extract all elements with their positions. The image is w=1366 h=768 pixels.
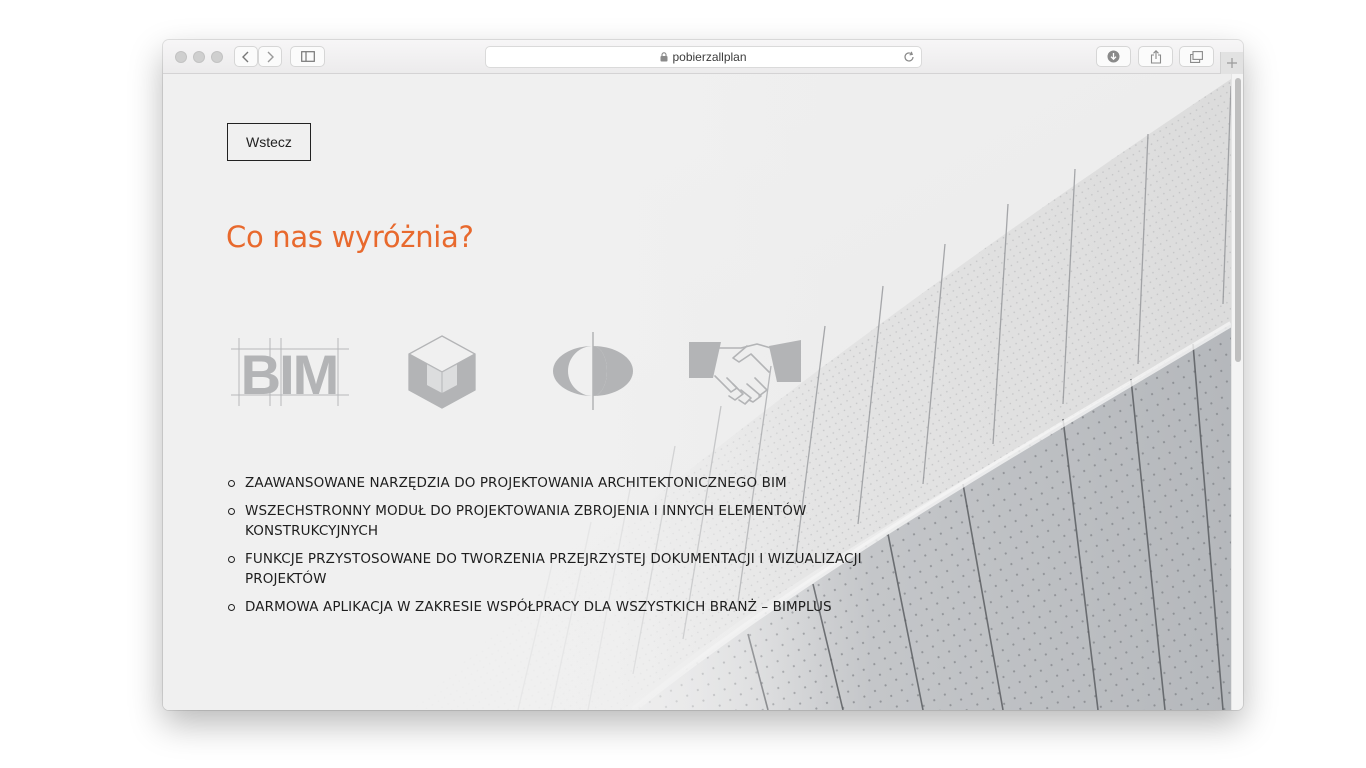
lock-icon [660, 52, 668, 62]
download-icon[interactable] [1096, 46, 1131, 67]
browser-window: pobierzallplan Wstecz Co nas wyróżnia? B… [163, 40, 1243, 710]
bullet-icon [228, 604, 235, 611]
close-window-button[interactable] [175, 51, 187, 63]
list-item: DARMOWA APLIKACJA W ZAKRESIE WSPÓŁPRACY … [227, 597, 867, 617]
handshake-icon [689, 340, 801, 405]
list-item: FUNKCJE PRZYSTOSOWANE DO TWORZENIA PRZEJ… [227, 549, 867, 589]
scrollbar-thumb[interactable] [1235, 78, 1241, 362]
vertical-scrollbar[interactable] [1231, 74, 1243, 710]
address-bar[interactable]: pobierzallplan [485, 46, 922, 68]
eye-lens-icon [553, 332, 633, 410]
zoom-window-button[interactable] [211, 51, 223, 63]
new-tab-icon[interactable] [1220, 52, 1243, 74]
forward-arrow-icon[interactable] [258, 46, 282, 67]
back-arrow-icon[interactable] [234, 46, 258, 67]
share-icon[interactable] [1138, 46, 1173, 67]
tabs-overview-icon[interactable] [1179, 46, 1214, 67]
cube-icon [408, 335, 476, 409]
browser-toolbar: pobierzallplan [163, 40, 1243, 74]
list-item: ZAAWANSOWANE NARZĘDZIA DO PROJEKTOWANIA … [227, 473, 867, 493]
url-text: pobierzallplan [672, 50, 747, 64]
back-button[interactable]: Wstecz [227, 123, 311, 161]
bullet-icon [228, 556, 235, 563]
web-page: Wstecz Co nas wyróżnia? BIM ZAAWANSOWANE… [163, 74, 1231, 710]
reload-icon[interactable] [902, 50, 916, 64]
list-item: WSZECHSTRONNY MODUŁ DO PROJEKTOWANIA ZBR… [227, 501, 867, 541]
page-title: Co nas wyróżnia? [226, 220, 474, 254]
bim-icon: BIM [231, 338, 349, 406]
bullet-icon [228, 508, 235, 515]
minimize-window-button[interactable] [193, 51, 205, 63]
feature-list: ZAAWANSOWANE NARZĘDZIA DO PROJEKTOWANIA … [227, 473, 867, 625]
sidebar-icon[interactable] [290, 46, 325, 67]
bullet-icon [228, 480, 235, 487]
svg-text:BIM: BIM [241, 343, 338, 406]
